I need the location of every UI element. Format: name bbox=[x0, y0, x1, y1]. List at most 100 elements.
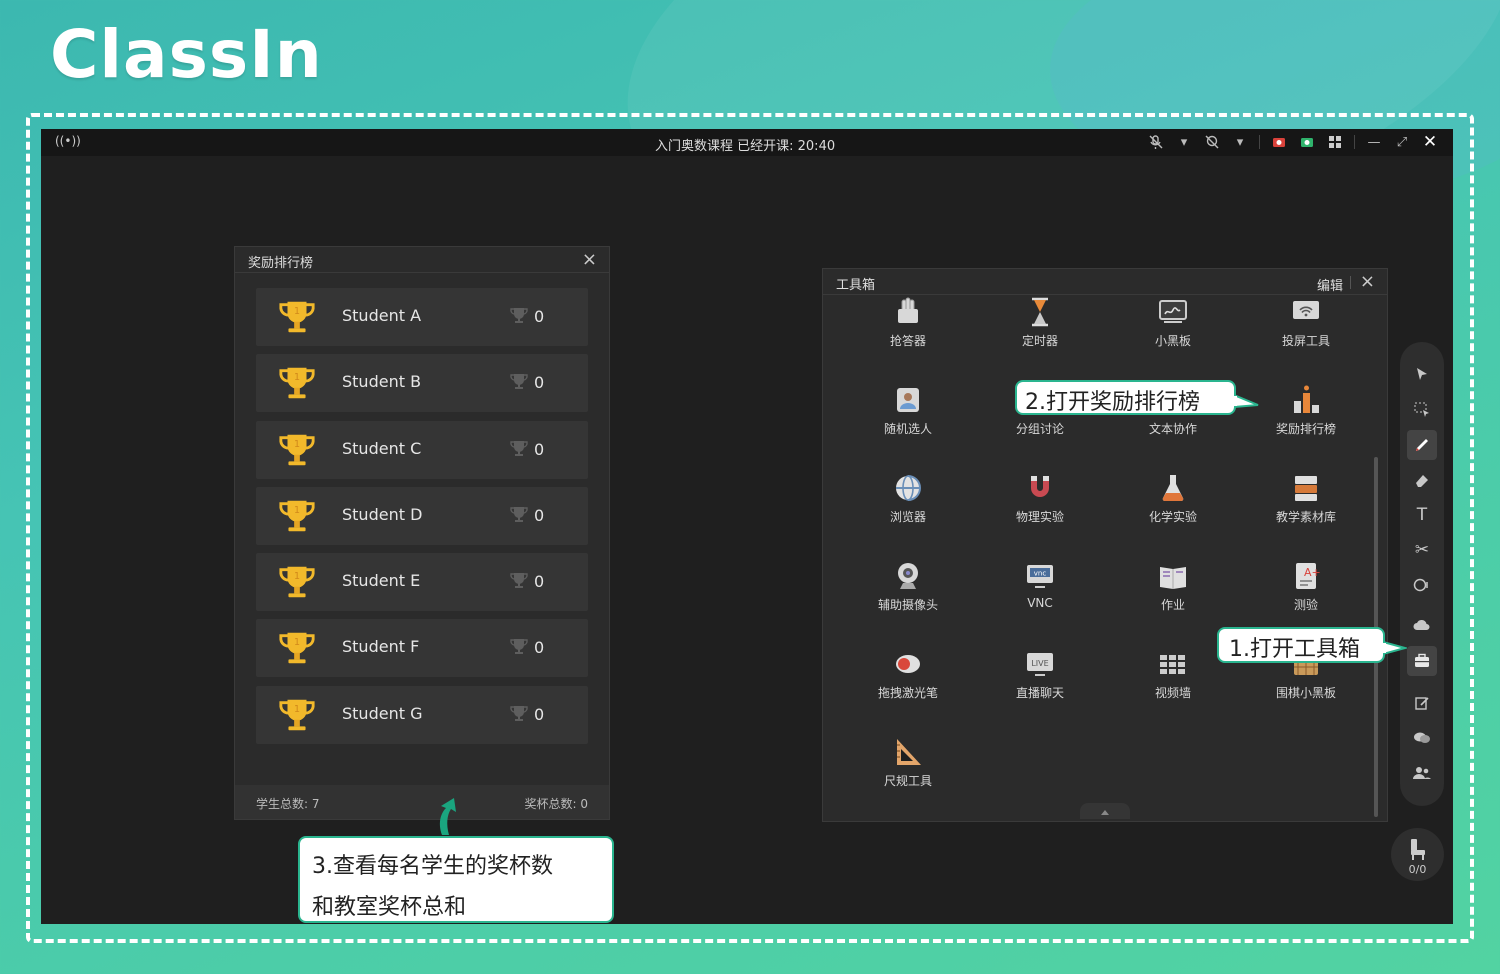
fullscreen-icon[interactable]: ⤢ bbox=[1393, 133, 1411, 151]
cloud-icon[interactable] bbox=[1407, 610, 1437, 640]
student-row: 1 Student D 0 bbox=[256, 486, 588, 545]
seat-counter[interactable]: 0/0 bbox=[1391, 828, 1444, 881]
magnet-icon bbox=[1031, 476, 1049, 497]
trophy-icon: 1 bbox=[279, 699, 315, 730]
homework-icon bbox=[1160, 567, 1186, 589]
cup-icon bbox=[510, 374, 528, 390]
tool-blackboard[interactable]: 小黑板 bbox=[1118, 295, 1228, 349]
tool-random-pick[interactable]: 随机选人 bbox=[853, 383, 963, 437]
tool-quiz[interactable]: A+ 测验 bbox=[1251, 559, 1361, 613]
tool-laser-pointer[interactable]: 拖拽激光笔 bbox=[853, 647, 963, 701]
callout-view-cups: 3.查看每名学生的奖杯数 和教室奖杯总和 bbox=[298, 836, 614, 923]
ruler-icon bbox=[897, 739, 921, 765]
total-students: 学生总数: 7 bbox=[256, 797, 320, 811]
arrow-up-icon bbox=[439, 798, 456, 835]
chevron-down-icon[interactable]: ▾ bbox=[1231, 133, 1249, 151]
hourglass-icon bbox=[1032, 297, 1048, 327]
cup-icon bbox=[510, 639, 528, 655]
tool-label: VNC bbox=[1027, 596, 1053, 610]
tool-flask[interactable]: 化学实验 bbox=[1118, 471, 1228, 525]
tool-label: 物理实验 bbox=[1015, 510, 1064, 524]
tool-vnc[interactable]: vnc VNC bbox=[985, 559, 1095, 610]
leaderboard-title: 奖励排行榜 bbox=[248, 256, 314, 271]
toolbox-panel: 工具箱 编辑 × 抢答器 定时器 小黑板 投屏工具 随机选人 分组讨论 文本协作 奖励排行榜浏… bbox=[822, 268, 1388, 822]
tool-label: 拖拽激光笔 bbox=[877, 686, 938, 700]
chat-icon[interactable] bbox=[1407, 723, 1437, 753]
trophy-icon: 1 bbox=[279, 500, 315, 532]
live-chat-icon: LIVE bbox=[1027, 653, 1053, 676]
leaderboard-header[interactable]: 奖励排行榜 × bbox=[235, 247, 609, 273]
tool-magnet[interactable]: 物理实验 bbox=[985, 471, 1095, 525]
svg-text:vnc: vnc bbox=[1034, 570, 1047, 578]
screen-cast-icon bbox=[1293, 301, 1319, 319]
edit-note-icon[interactable] bbox=[1407, 688, 1437, 718]
eraser-icon[interactable] bbox=[1407, 465, 1437, 495]
callout-line: 和教室奖杯总和 bbox=[312, 895, 467, 920]
tool-buzzer[interactable]: 抢答器 bbox=[853, 295, 963, 349]
tool-label: 奖励排行榜 bbox=[1275, 422, 1336, 436]
tool-label: 教学素材库 bbox=[1275, 510, 1336, 524]
tool-label: 定时器 bbox=[1021, 334, 1058, 348]
live-camera-icon[interactable] bbox=[1298, 133, 1316, 151]
tool-label: 小黑板 bbox=[1154, 334, 1191, 348]
cup-count: 0 bbox=[534, 373, 545, 393]
trophy-icon: 1 bbox=[279, 301, 315, 333]
student-list: 1 Student A 0 1 Student B 0 1 Student C 0 1 Studen… bbox=[256, 288, 588, 752]
svg-text:A+: A+ bbox=[1304, 566, 1321, 579]
cup-icon bbox=[510, 506, 528, 522]
right-toolbar: T ✂ bbox=[1400, 342, 1444, 806]
close-icon[interactable]: × bbox=[582, 249, 597, 270]
flask-icon bbox=[1162, 475, 1184, 502]
edit-button[interactable]: 编辑 bbox=[1317, 275, 1343, 294]
shape-icon[interactable] bbox=[1407, 570, 1437, 600]
callout-open-leaderboard: 2.打开奖励排行榜 bbox=[1015, 380, 1236, 415]
scissors-icon[interactable]: ✂ bbox=[1407, 535, 1437, 565]
svg-text:1: 1 bbox=[294, 505, 300, 516]
seat-count: 0/0 bbox=[1408, 863, 1427, 876]
tool-label: 抢答器 bbox=[889, 334, 926, 348]
pen-icon[interactable] bbox=[1407, 430, 1437, 460]
layout-grid-icon[interactable] bbox=[1326, 133, 1344, 151]
random-pick-icon bbox=[897, 388, 919, 412]
close-icon[interactable]: ✕ bbox=[1421, 132, 1439, 152]
cup-count: 0 bbox=[534, 439, 545, 459]
tool-label: 测验 bbox=[1293, 598, 1318, 612]
tool-hourglass[interactable]: 定时器 bbox=[985, 295, 1095, 349]
buzzer-icon bbox=[898, 297, 918, 323]
chevron-down-icon[interactable]: ▾ bbox=[1175, 133, 1193, 151]
camera-muted-icon[interactable] bbox=[1203, 133, 1221, 151]
toolbox-icon[interactable] bbox=[1407, 646, 1437, 676]
tool-materials[interactable]: 教学素材库 bbox=[1251, 471, 1361, 525]
minimize-icon[interactable]: — bbox=[1365, 133, 1383, 151]
tool-video-wall[interactable]: 视频墙 bbox=[1118, 647, 1228, 701]
tool-label: 浏览器 bbox=[889, 510, 926, 524]
cursor-icon[interactable] bbox=[1407, 359, 1437, 389]
tool-homework[interactable]: 作业 bbox=[1118, 559, 1228, 613]
trophy-icon: 1 bbox=[279, 566, 315, 598]
toolbox-header[interactable]: 工具箱 编辑 × bbox=[823, 269, 1387, 295]
seat-icon bbox=[1411, 839, 1425, 860]
record-icon[interactable] bbox=[1270, 133, 1288, 151]
selection-icon[interactable] bbox=[1407, 395, 1437, 425]
trophy-icon: 1 bbox=[279, 434, 315, 465]
tool-live-chat[interactable]: LIVE 直播聊天 bbox=[985, 647, 1095, 701]
svg-text:LIVE: LIVE bbox=[1031, 659, 1048, 668]
tool-screen-cast[interactable]: 投屏工具 bbox=[1251, 295, 1361, 349]
tool-browser[interactable]: 浏览器 bbox=[853, 471, 963, 525]
cup-icon bbox=[510, 308, 528, 323]
members-icon[interactable] bbox=[1407, 758, 1437, 788]
leaderboard-footer: 学生总数: 7 奖杯总数: 0 bbox=[235, 785, 609, 819]
mic-muted-icon[interactable] bbox=[1147, 133, 1165, 151]
text-icon[interactable]: T bbox=[1407, 500, 1437, 530]
network-signal-icon: ((•)) bbox=[55, 134, 81, 148]
student-row: 1 Student E 0 bbox=[256, 553, 588, 612]
svg-text:1: 1 bbox=[294, 638, 300, 649]
tool-webcam[interactable]: 辅助摄像头 bbox=[853, 559, 963, 613]
callout-line: 3.查看每名学生的奖杯数 bbox=[312, 854, 553, 879]
close-icon[interactable]: × bbox=[1360, 271, 1375, 292]
tool-leaderboard[interactable]: 奖励排行榜 bbox=[1251, 383, 1361, 437]
classin-logo: ClassIn bbox=[50, 16, 323, 93]
tool-ruler[interactable]: 尺规工具 bbox=[853, 735, 963, 789]
tool-label: 分组讨论 bbox=[1015, 422, 1064, 436]
collapse-handle[interactable] bbox=[1080, 803, 1130, 819]
